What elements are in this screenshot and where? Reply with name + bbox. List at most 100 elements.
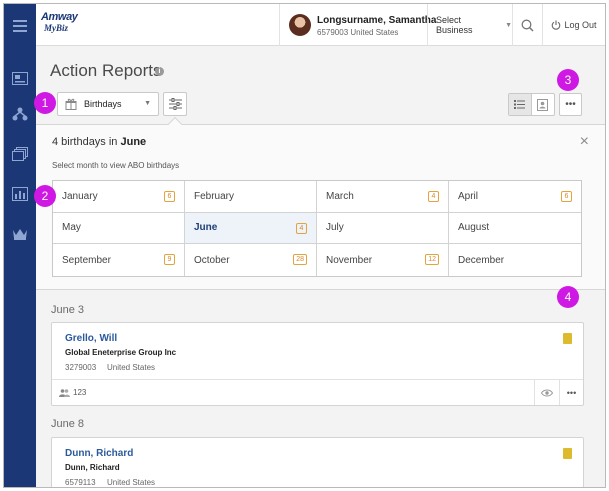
month-label: April <box>458 190 479 202</box>
logout-label: Log Out <box>564 20 597 30</box>
user-profile[interactable]: Longsurname, Samantha 6579003 United Sta… <box>279 4 436 46</box>
month-cell-october[interactable]: October 28 <box>185 244 317 276</box>
month-cell-november[interactable]: November 12 <box>317 244 449 276</box>
birthday-panel-subtitle: Select month to view ABO birthdays <box>52 161 180 170</box>
crown-icon[interactable] <box>4 219 36 247</box>
view-button[interactable] <box>534 380 559 405</box>
abo-organization: Global Eneterprise Group Inc <box>65 348 177 357</box>
month-label: July <box>326 222 344 234</box>
search-icon <box>521 19 534 32</box>
search-button[interactable] <box>512 4 542 46</box>
avatar <box>289 14 311 36</box>
gift-icon <box>65 98 77 110</box>
select-business-dropdown[interactable]: Select Business ▼ <box>427 4 512 46</box>
flag-icon[interactable] <box>563 333 572 344</box>
abo-name-link[interactable]: Dunn, Richard <box>65 448 133 459</box>
month-cell-april[interactable]: April 6 <box>449 181 581 213</box>
abo-organization: Dunn, Richard <box>65 463 120 472</box>
info-icon[interactable]: i <box>155 67 164 76</box>
user-id-country: 6579003 United States <box>317 28 399 37</box>
birthday-count-badge: 4 <box>296 222 307 234</box>
birthday-count-text: 4 birthdays in <box>52 136 121 148</box>
abo-id: 3279003 <box>65 363 97 372</box>
downline-count[interactable]: 123 <box>59 388 86 397</box>
user-name: Longsurname, Samantha <box>317 15 437 26</box>
flag-icon[interactable] <box>563 448 572 459</box>
eye-icon <box>541 389 553 396</box>
more-options-button[interactable]: ••• <box>559 93 582 116</box>
close-icon[interactable]: × <box>580 134 589 150</box>
birthday-count-badge: 12 <box>425 254 439 266</box>
date-group-heading: June 8 <box>51 418 85 430</box>
month-cell-march[interactable]: March 4 <box>317 181 449 213</box>
abo-country: United States <box>107 363 156 372</box>
month-cell-january[interactable]: January 6 <box>53 181 185 213</box>
callout-badge-3: 3 <box>557 69 579 91</box>
network-icon[interactable] <box>4 100 36 128</box>
month-cell-june[interactable]: June 4 <box>185 212 317 245</box>
list-view-icon <box>514 100 526 109</box>
view-toggle <box>508 93 555 116</box>
left-nav-rail <box>4 4 36 487</box>
month-label: December <box>458 254 505 266</box>
card-view-button[interactable] <box>532 94 554 115</box>
abo-id: 6579113 <box>65 478 96 487</box>
month-cell-august[interactable]: August <box>449 213 581 245</box>
hamburger-icon[interactable] <box>4 12 36 40</box>
birthday-month-panel: 4 birthdays in June Select month to view… <box>36 124 605 290</box>
chevron-down-icon: ▼ <box>505 21 512 29</box>
bar-chart-icon[interactable] <box>4 180 36 208</box>
select-business-label: Select Business <box>436 15 473 35</box>
page-title: Action Reports <box>50 61 162 80</box>
top-bar: Amway MyBiz Longsurname, Samantha 657900… <box>36 4 605 46</box>
card-more-button[interactable]: ••• <box>559 380 583 405</box>
month-label: May <box>62 222 81 234</box>
report-type-label: Birthdays <box>84 99 122 109</box>
logo-brand: Amway <box>41 11 78 23</box>
selected-month-name: June <box>120 136 147 148</box>
card-icon[interactable] <box>4 64 36 92</box>
sliders-icon <box>168 98 182 110</box>
abo-card: Grello, Will Global Eneterprise Group In… <box>51 322 584 406</box>
abo-card: Dunn, Richard Dunn, Richard 6579113 Unit… <box>51 437 584 487</box>
app-frame: Amway MyBiz Longsurname, Samantha 657900… <box>3 3 606 488</box>
month-cell-december[interactable]: December <box>449 244 581 276</box>
card-footer: 123 ••• <box>52 379 583 405</box>
callout-badge-2: 2 <box>34 185 56 207</box>
downline-count-value: 123 <box>73 388 87 397</box>
month-cell-september[interactable]: September 9 <box>53 244 185 276</box>
abo-country: United States <box>107 478 156 487</box>
month-cell-may[interactable]: May <box>53 212 185 245</box>
report-type-dropdown[interactable]: Birthdays ▼ <box>57 92 159 116</box>
chevron-down-icon: ▼ <box>144 100 151 107</box>
month-label: February <box>194 190 235 202</box>
callout-badge-1: 1 <box>34 92 56 114</box>
birthday-count-badge: 4 <box>428 191 439 202</box>
abo-name-link[interactable]: Grello, Will <box>65 333 117 344</box>
birthday-count-badge: 28 <box>293 254 307 266</box>
month-label: August <box>458 222 490 234</box>
month-label: January <box>62 190 98 202</box>
card-view-icon <box>537 98 549 111</box>
date-group-heading: June 3 <box>51 304 85 316</box>
filter-button[interactable] <box>163 92 187 116</box>
power-icon <box>552 20 561 30</box>
birthday-count-badge: 6 <box>561 191 572 202</box>
amway-mybiz-logo[interactable]: Amway MyBiz <box>41 11 81 39</box>
month-cell-february[interactable]: February <box>185 181 317 213</box>
logout-button[interactable]: Log Out <box>542 4 605 46</box>
month-label: September <box>62 254 111 266</box>
birthday-count-badge: 6 <box>164 191 175 202</box>
layers-icon[interactable] <box>4 140 36 168</box>
month-label: October <box>194 254 230 266</box>
month-cell-july[interactable]: July <box>317 212 449 245</box>
birthday-count-badge: 9 <box>164 254 175 266</box>
month-label: November <box>326 254 373 266</box>
people-icon <box>59 388 70 397</box>
birthday-count-heading: 4 birthdays in June <box>52 136 146 148</box>
list-view-button[interactable] <box>509 94 532 115</box>
callout-badge-4: 4 <box>557 286 579 308</box>
month-label: March <box>326 190 354 202</box>
logo-product: MyBiz <box>44 23 69 33</box>
month-label: June <box>194 222 218 234</box>
